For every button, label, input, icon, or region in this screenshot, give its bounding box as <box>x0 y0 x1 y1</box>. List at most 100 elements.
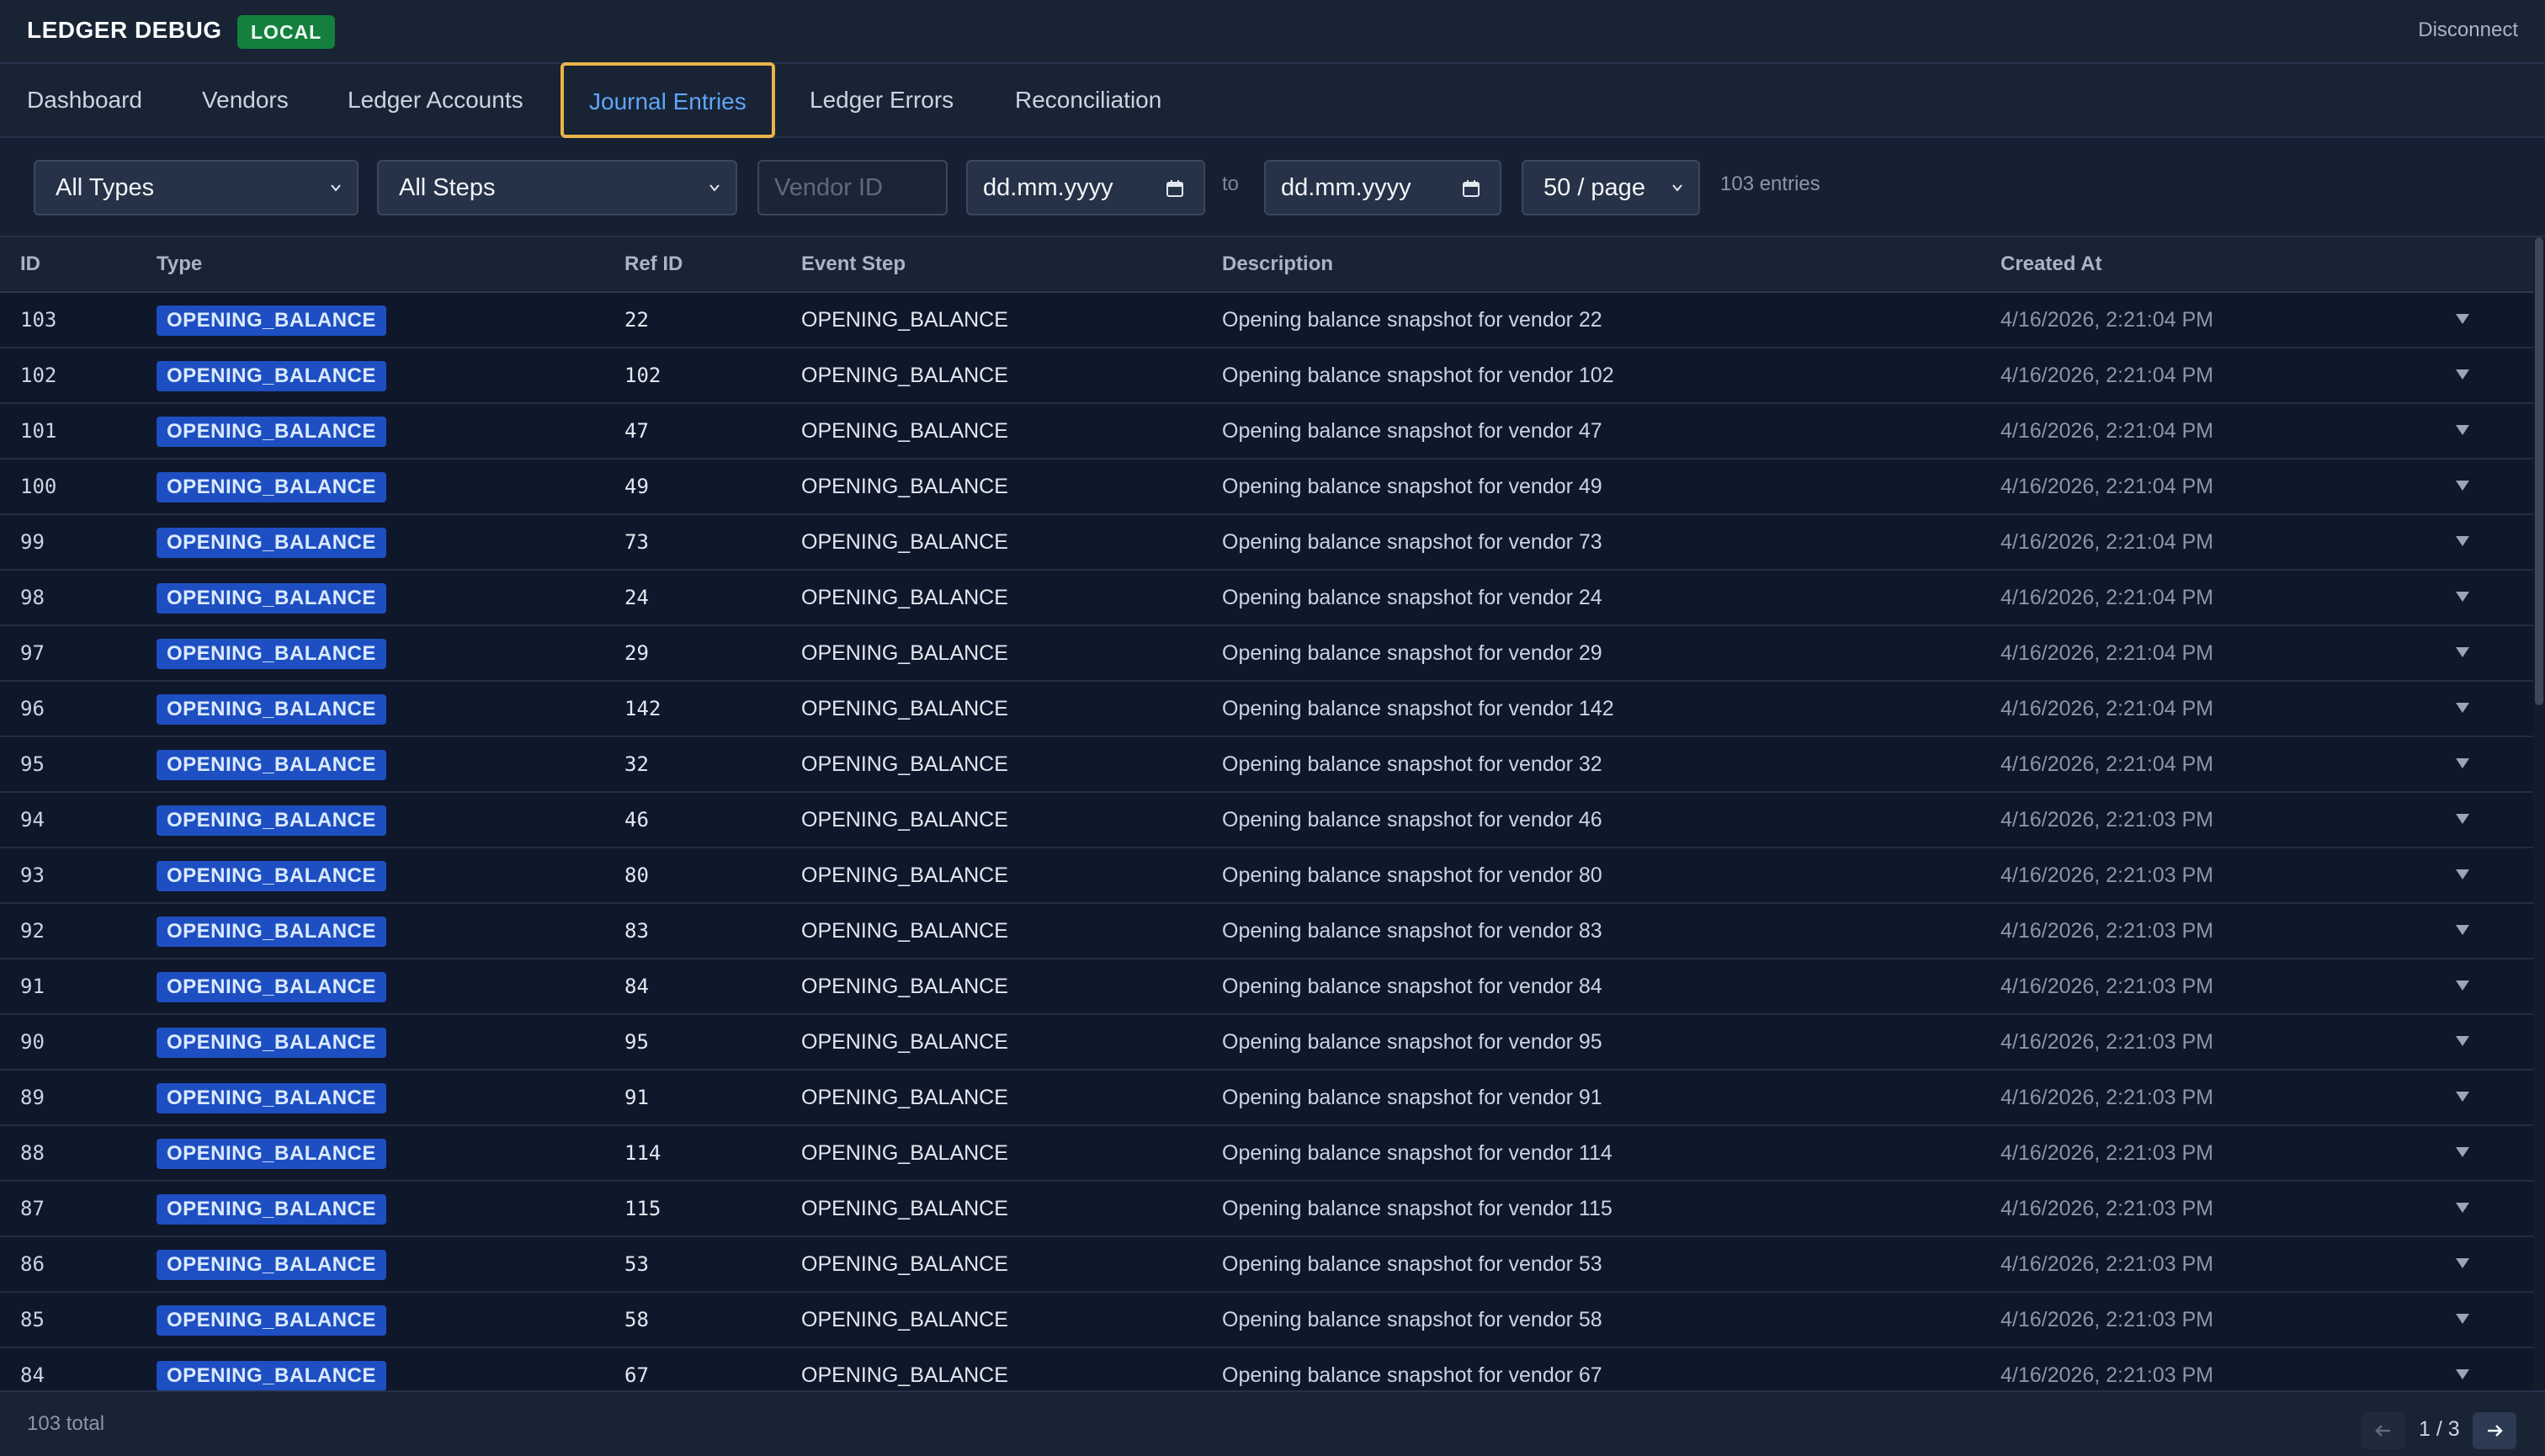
table-row[interactable]: 101 OPENING_BALANCE 47 OPENING_BALANCE O… <box>0 404 2533 460</box>
triangle-down-icon[interactable] <box>2453 1143 2472 1161</box>
row-description: Opening balance snapshot for vendor 32 <box>1222 752 1602 776</box>
environment-badge: LOCAL <box>237 15 336 49</box>
column-header-event-step[interactable]: Event Step <box>801 237 906 291</box>
row-created-at: 4/16/2026, 2:21:04 PM <box>2000 475 2213 498</box>
triangle-down-icon[interactable] <box>2453 365 2472 384</box>
row-event-step: OPENING_BALANCE <box>801 530 1008 554</box>
row-created-at: 4/16/2026, 2:21:04 PM <box>2000 697 2213 720</box>
next-page-button[interactable] <box>2473 1412 2516 1449</box>
triangle-down-icon[interactable] <box>2453 476 2472 495</box>
row-event-step: OPENING_BALANCE <box>801 419 1008 443</box>
column-header-type[interactable]: Type <box>157 237 202 291</box>
triangle-down-icon[interactable] <box>2453 587 2472 606</box>
row-description: Opening balance snapshot for vendor 22 <box>1222 308 1602 332</box>
triangle-down-icon[interactable] <box>2453 921 2472 939</box>
triangle-down-icon[interactable] <box>2453 1032 2472 1050</box>
table-row[interactable]: 90 OPENING_BALANCE 95 OPENING_BALANCE Op… <box>0 1015 2533 1071</box>
table-row[interactable]: 91 OPENING_BALANCE 84 OPENING_BALANCE Op… <box>0 959 2533 1015</box>
triangle-down-icon[interactable] <box>2453 310 2472 328</box>
row-created-at: 4/16/2026, 2:21:03 PM <box>2000 1363 2213 1387</box>
type-badge: OPENING_BALANCE <box>157 1083 386 1113</box>
calendar-icon[interactable] <box>1165 178 1185 199</box>
date-from-input[interactable]: dd.mm.yyyy <box>966 160 1205 215</box>
page-size-select[interactable]: 50 / page <box>1522 160 1700 215</box>
page-size-value: 50 / page <box>1543 174 1645 201</box>
triangle-down-icon[interactable] <box>2453 1087 2472 1106</box>
row-ref-id: 22 <box>624 308 649 332</box>
row-ref-id: 80 <box>624 864 649 887</box>
row-description: Opening balance snapshot for vendor 83 <box>1222 919 1602 943</box>
table-row[interactable]: 100 OPENING_BALANCE 49 OPENING_BALANCE O… <box>0 460 2533 515</box>
triangle-down-icon[interactable] <box>2453 754 2472 773</box>
row-id: 88 <box>20 1141 45 1165</box>
table-row[interactable]: 92 OPENING_BALANCE 83 OPENING_BALANCE Op… <box>0 904 2533 959</box>
type-select[interactable]: All Types <box>34 160 359 215</box>
column-header-ref-id[interactable]: Ref ID <box>624 237 683 291</box>
row-description: Opening balance snapshot for vendor 115 <box>1222 1197 1613 1220</box>
row-description: Opening balance snapshot for vendor 142 <box>1222 697 1614 720</box>
row-id: 94 <box>20 808 45 832</box>
prev-page-button[interactable] <box>2362 1412 2405 1449</box>
table-row[interactable]: 97 OPENING_BALANCE 29 OPENING_BALANCE Op… <box>0 626 2533 682</box>
type-badge: OPENING_BALANCE <box>157 361 386 391</box>
row-created-at: 4/16/2026, 2:21:03 PM <box>2000 808 2213 832</box>
type-badge: OPENING_BALANCE <box>157 472 386 502</box>
date-to-input[interactable]: dd.mm.yyyy <box>1264 160 1501 215</box>
row-ref-id: 91 <box>624 1086 649 1109</box>
row-description: Opening balance snapshot for vendor 102 <box>1222 364 1614 387</box>
triangle-down-icon[interactable] <box>2453 1198 2472 1217</box>
table-row[interactable]: 96 OPENING_BALANCE 142 OPENING_BALANCE O… <box>0 682 2533 737</box>
disconnect-button[interactable]: Disconnect <box>2418 19 2518 42</box>
row-ref-id: 73 <box>624 530 649 554</box>
tab-reconciliation[interactable]: Reconciliation <box>1015 64 1161 136</box>
chevron-down-icon <box>709 184 720 192</box>
triangle-down-icon[interactable] <box>2453 421 2472 439</box>
triangle-down-icon[interactable] <box>2453 865 2472 884</box>
table-row[interactable]: 86 OPENING_BALANCE 53 OPENING_BALANCE Op… <box>0 1237 2533 1293</box>
row-description: Opening balance snapshot for vendor 67 <box>1222 1363 1602 1387</box>
table-row[interactable]: 84 OPENING_BALANCE 67 OPENING_BALANCE Op… <box>0 1348 2533 1390</box>
step-select[interactable]: All Steps <box>377 160 737 215</box>
type-badge: OPENING_BALANCE <box>157 417 386 447</box>
tab-ledger-accounts[interactable]: Ledger Accounts <box>348 64 523 136</box>
triangle-down-icon[interactable] <box>2453 1254 2472 1273</box>
triangle-down-icon[interactable] <box>2453 1365 2472 1384</box>
tab-dashboard[interactable]: Dashboard <box>27 64 142 136</box>
row-created-at: 4/16/2026, 2:21:04 PM <box>2000 308 2213 332</box>
table-row[interactable]: 99 OPENING_BALANCE 73 OPENING_BALANCE Op… <box>0 515 2533 571</box>
column-header-description[interactable]: Description <box>1222 237 1333 291</box>
vendor-id-input[interactable]: Vendor ID <box>757 160 948 215</box>
row-id: 102 <box>20 364 57 387</box>
table-row[interactable]: 94 OPENING_BALANCE 46 OPENING_BALANCE Op… <box>0 793 2533 848</box>
tab-ledger-errors[interactable]: Ledger Errors <box>810 64 954 136</box>
row-event-step: OPENING_BALANCE <box>801 1030 1008 1054</box>
triangle-down-icon[interactable] <box>2453 699 2472 717</box>
tab-vendors[interactable]: Vendors <box>202 64 289 136</box>
column-header-created-at[interactable]: Created At <box>2000 237 2101 291</box>
table-row[interactable]: 87 OPENING_BALANCE 115 OPENING_BALANCE O… <box>0 1182 2533 1237</box>
type-badge: OPENING_BALANCE <box>157 1139 386 1169</box>
arrow-right-icon <box>2488 1425 2503 1437</box>
tab-journal-entries[interactable]: Journal Entries <box>561 62 775 138</box>
triangle-down-icon[interactable] <box>2453 976 2472 995</box>
row-created-at: 4/16/2026, 2:21:04 PM <box>2000 752 2213 776</box>
triangle-down-icon[interactable] <box>2453 532 2472 550</box>
table-row[interactable]: 93 OPENING_BALANCE 80 OPENING_BALANCE Op… <box>0 848 2533 904</box>
table-row[interactable]: 102 OPENING_BALANCE 102 OPENING_BALANCE … <box>0 348 2533 404</box>
row-description: Opening balance snapshot for vendor 29 <box>1222 641 1602 665</box>
table-row[interactable]: 89 OPENING_BALANCE 91 OPENING_BALANCE Op… <box>0 1071 2533 1126</box>
row-id: 93 <box>20 864 45 887</box>
triangle-down-icon[interactable] <box>2453 643 2472 662</box>
row-event-step: OPENING_BALANCE <box>801 864 1008 887</box>
calendar-icon[interactable] <box>1461 178 1481 199</box>
triangle-down-icon[interactable] <box>2453 1310 2472 1328</box>
table-row[interactable]: 98 OPENING_BALANCE 24 OPENING_BALANCE Op… <box>0 571 2533 626</box>
table-row[interactable]: 85 OPENING_BALANCE 58 OPENING_BALANCE Op… <box>0 1293 2533 1348</box>
table-row[interactable]: 88 OPENING_BALANCE 114 OPENING_BALANCE O… <box>0 1126 2533 1182</box>
type-badge: OPENING_BALANCE <box>157 306 386 336</box>
table-scrollbar-thumb[interactable] <box>2535 237 2543 705</box>
table-row[interactable]: 103 OPENING_BALANCE 22 OPENING_BALANCE O… <box>0 293 2533 348</box>
table-row[interactable]: 95 OPENING_BALANCE 32 OPENING_BALANCE Op… <box>0 737 2533 793</box>
triangle-down-icon[interactable] <box>2453 810 2472 828</box>
column-header-id[interactable]: ID <box>20 237 40 291</box>
